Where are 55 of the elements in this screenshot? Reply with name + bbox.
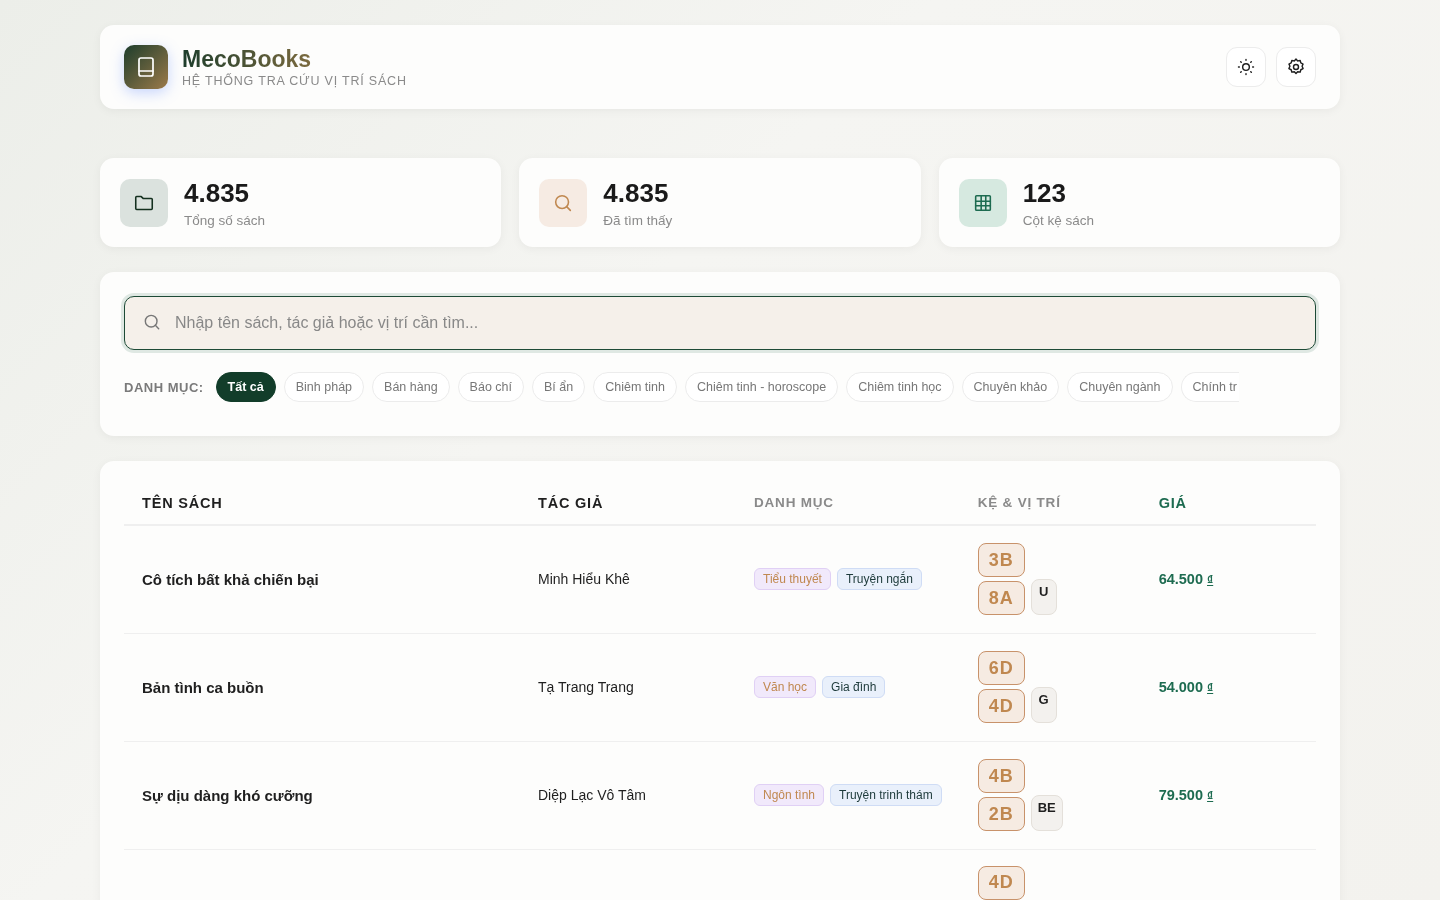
category-chip[interactable]: Chiêm tinh [593,372,677,402]
author-name: Minh Hiểu Khê [538,571,630,588]
search-field[interactable]: Nhập tên sách, tác giả hoặc vị trí cần tìm... [124,296,1316,350]
shelf-code: 4D [977,689,1025,723]
book-title: Bản tình ca buồn [142,678,264,696]
shelf-code: 4B [977,759,1025,793]
stat-label: Cột kệ sách [1022,212,1094,228]
book-title: Sự dịu dàng khó cưỡng [142,786,313,804]
category-tag: Truyện ngắn [836,568,922,591]
shelf-code: 6D [977,651,1025,685]
category-chip[interactable]: Chiêm tinh học [846,372,954,402]
category-tag: Tiểu thuyết [754,568,831,591]
stat-value: 123 [1022,177,1068,209]
category-tag: Truyện trinh thám [830,784,942,806]
theme-button[interactable] [1226,47,1266,87]
brand-tagline: HỆ THỐNG TRA CỨU VỊ TRÍ SÁCH [182,74,408,88]
category-tag: Ngôn tình [754,784,825,806]
category-chip[interactable]: Báo chí [457,372,524,402]
slot-code: G [1030,687,1057,723]
column-header: KỆ & VỊ TRÍ [959,481,1141,525]
slot-code: U [1030,579,1057,616]
category-chip[interactable]: Tất cả [215,372,276,402]
category-tag: Văn học [754,676,817,698]
category-chip[interactable]: Bán hàng [372,372,450,402]
price-text: 79.500 ₫ [1158,787,1214,803]
column-header: TÁC GIẢ [520,481,736,525]
column-header: GIÁ [1140,481,1316,525]
category-chip[interactable]: Chiêm tinh - horoscope [684,372,839,402]
settings-button[interactable] [1276,47,1316,87]
category-chip[interactable]: Chuyên ngành [1067,372,1173,402]
shelf-code: 3B [977,543,1025,578]
shelf-code: 8A [977,581,1025,616]
search-icon [142,312,162,332]
price-text: 64.500 ₫ [1158,571,1214,588]
shelf-code: 2B [977,797,1025,831]
column-header: TÊN SÁCH [124,481,520,525]
category-chip[interactable]: Chuyên khảo [961,372,1060,402]
category-chip[interactable]: Bí ẩn [532,372,586,402]
category-tag: Gia đình [822,676,886,698]
settings-icon [1286,57,1306,77]
price-text: 54.000 ₫ [1158,679,1214,695]
filter-label: DANH MỤC: [124,379,204,395]
shelf-code: 4D [977,865,1025,900]
stat-value: 4.835 [184,177,251,209]
category-chip[interactable]: Binh pháp [283,372,365,402]
stat-value: 4.835 [603,177,670,209]
sun-icon [1236,57,1256,77]
author-name: Tạ Trang Trang [538,679,634,695]
slot-code: BE [1030,795,1063,831]
book-title: Cô tích bất khả chiến bại [142,570,319,588]
stat-label: Đã tìm thấy [603,212,673,228]
category-chip[interactable]: Chính tr [1180,372,1239,402]
stat-label: Tổng số sách [184,212,266,228]
column-header: DANH MỤC [736,481,960,525]
author-name: Diệp Lạc Vô Tâm [538,787,646,803]
